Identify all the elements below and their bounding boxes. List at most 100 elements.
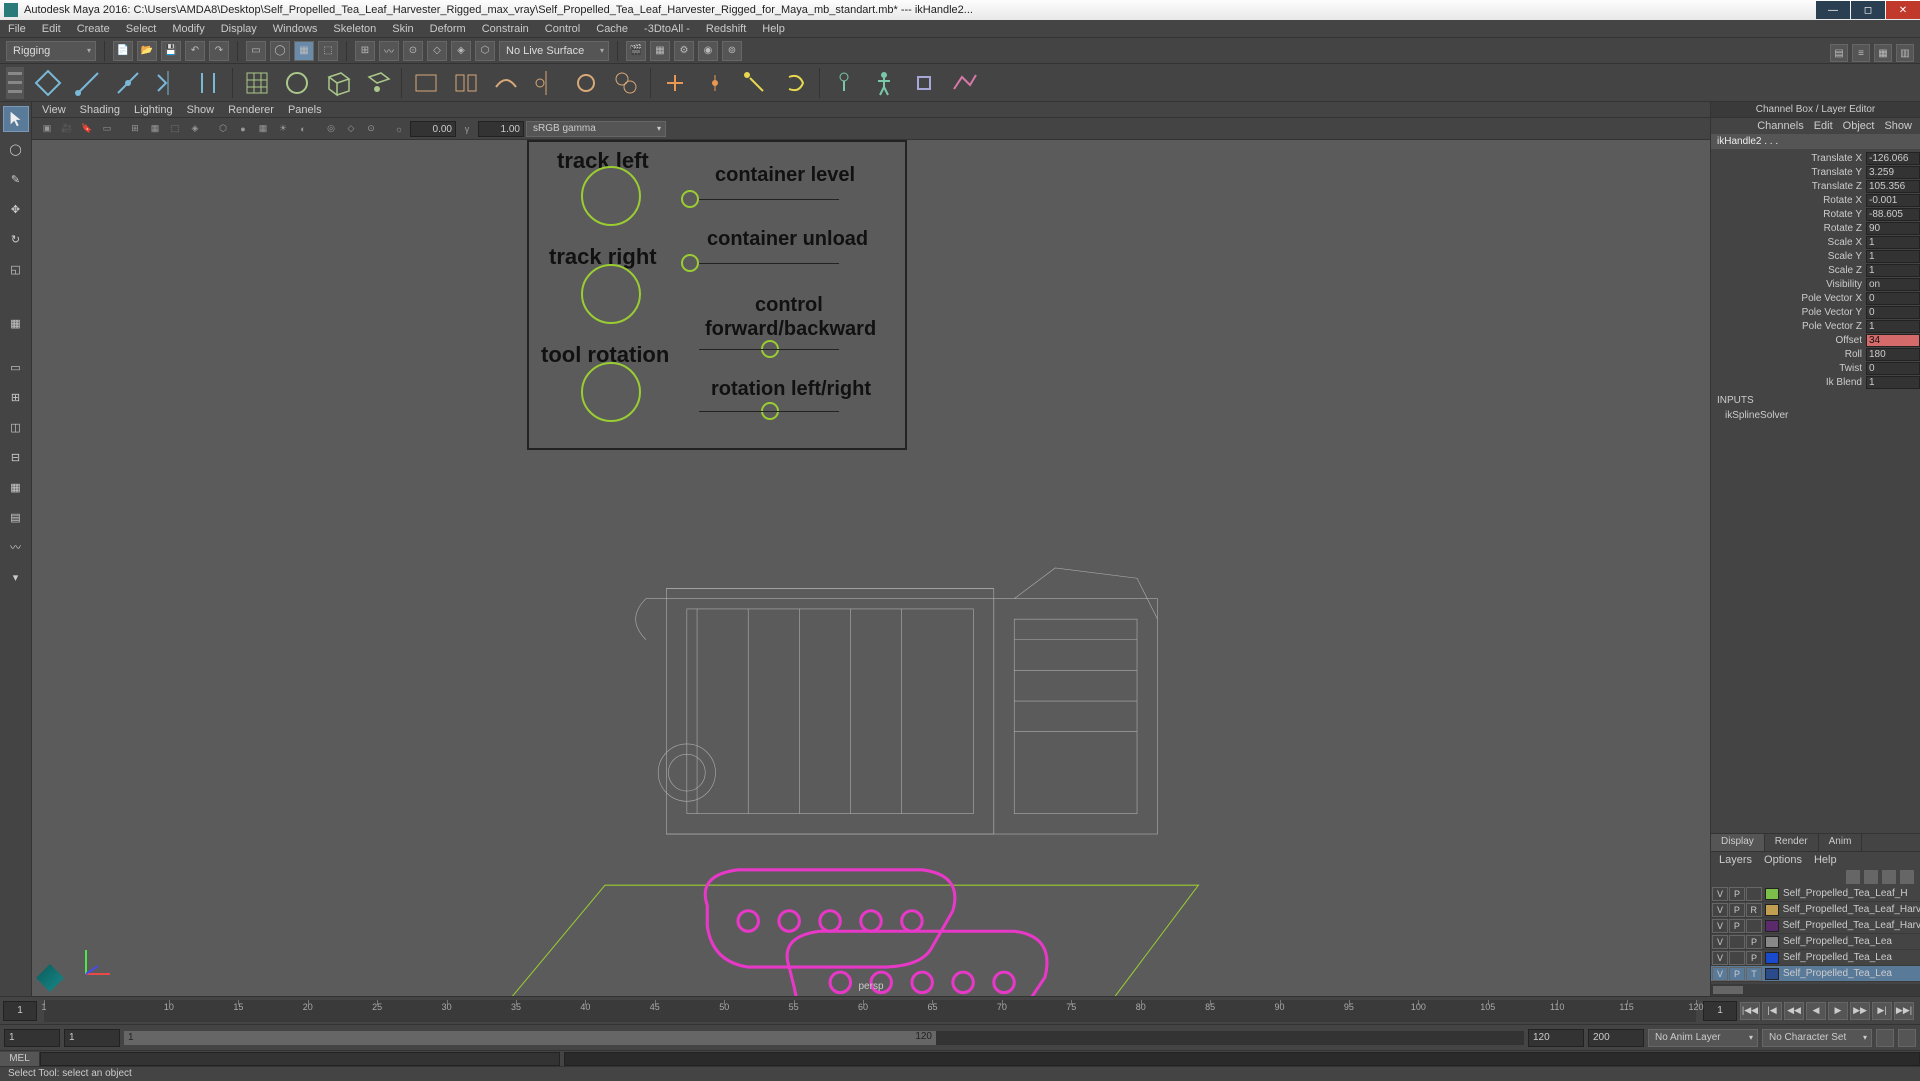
colorspace-dropdown[interactable]: sRGB gamma bbox=[526, 121, 666, 137]
joint-tool-icon[interactable] bbox=[72, 67, 104, 99]
layer-tab-display[interactable]: Display bbox=[1711, 834, 1765, 851]
hypershade-icon[interactable]: ◉ bbox=[698, 41, 718, 61]
use-lights-icon[interactable]: ☀ bbox=[274, 120, 292, 138]
control-rig-icon[interactable] bbox=[908, 67, 940, 99]
mode-dropdown[interactable]: Rigging bbox=[6, 41, 96, 61]
sidebar-toggle-2-icon[interactable]: ≡ bbox=[1852, 44, 1870, 62]
layer-v-toggle[interactable]: V bbox=[1712, 951, 1728, 965]
custom-layout[interactable]: ▾ bbox=[3, 564, 29, 590]
select-tool[interactable] bbox=[3, 106, 29, 132]
gamma-value[interactable]: 1.00 bbox=[478, 121, 524, 137]
layer-p-toggle[interactable]: P bbox=[1729, 967, 1745, 981]
layer-row[interactable]: VPTSelf_Propelled_Tea_Lea bbox=[1711, 966, 1920, 982]
camera-attr-icon[interactable]: 🎥 bbox=[58, 120, 76, 138]
panel-menu-show[interactable]: Show bbox=[187, 104, 215, 116]
new-scene-icon[interactable]: 📄 bbox=[113, 41, 133, 61]
single-pane-layout[interactable]: ▭ bbox=[3, 354, 29, 380]
layer-tab-render[interactable]: Render bbox=[1765, 834, 1819, 851]
humanik-icon[interactable] bbox=[868, 67, 900, 99]
playback-btn-4[interactable]: ▶ bbox=[1828, 1002, 1848, 1020]
layer-row[interactable]: VPRSelf_Propelled_Tea_Leaf_Harv bbox=[1711, 902, 1920, 918]
sidebar-toggle-1-icon[interactable]: ▤ bbox=[1830, 44, 1848, 62]
command-input[interactable] bbox=[40, 1052, 560, 1066]
move-tool[interactable]: ✥ bbox=[3, 196, 29, 222]
layer-v-toggle[interactable]: V bbox=[1712, 919, 1728, 933]
two-pane-stack-layout[interactable]: ⊟ bbox=[3, 444, 29, 470]
layer-r-toggle[interactable]: P bbox=[1746, 935, 1762, 949]
select-mode-icon[interactable]: ▭ bbox=[246, 41, 266, 61]
menu-file[interactable]: File bbox=[8, 23, 26, 35]
menu-redshift[interactable]: Redshift bbox=[706, 23, 746, 35]
layer-tab-anim[interactable]: Anim bbox=[1819, 834, 1863, 851]
mirror-weights-icon[interactable] bbox=[530, 67, 562, 99]
bind-skin-icon[interactable] bbox=[410, 67, 442, 99]
render-globals-icon[interactable]: ⊚ bbox=[722, 41, 742, 61]
attr-value-field[interactable]: on bbox=[1866, 278, 1920, 291]
insert-joint-icon[interactable] bbox=[112, 67, 144, 99]
layer-row[interactable]: VPSelf_Propelled_Tea_Lea bbox=[1711, 950, 1920, 966]
script-lang-toggle[interactable]: MEL bbox=[0, 1052, 40, 1066]
time-slider[interactable]: 1 11015202530354045505560657075808590951… bbox=[0, 996, 1920, 1024]
resolution-gate-icon[interactable]: ⬚ bbox=[166, 120, 184, 138]
redo-icon[interactable]: ↷ bbox=[209, 41, 229, 61]
undo-icon[interactable]: ↶ bbox=[185, 41, 205, 61]
aim-constraint-icon[interactable] bbox=[739, 67, 771, 99]
ipr-render-icon[interactable]: ▦ bbox=[650, 41, 670, 61]
menu-skeleton[interactable]: Skeleton bbox=[333, 23, 376, 35]
paint-weights-icon[interactable] bbox=[490, 67, 522, 99]
layer-p-toggle[interactable]: P bbox=[1729, 887, 1745, 901]
menu-modify[interactable]: Modify bbox=[172, 23, 204, 35]
layer-r-toggle[interactable] bbox=[1746, 887, 1762, 901]
panel-menu-lighting[interactable]: Lighting bbox=[134, 104, 173, 116]
layer-r-toggle[interactable]: T bbox=[1746, 967, 1762, 981]
attr-value-field[interactable]: 0 bbox=[1866, 292, 1920, 305]
layer-move-up-icon[interactable] bbox=[1846, 870, 1860, 884]
new-layer-assign-icon[interactable] bbox=[1900, 870, 1914, 884]
menu-edit[interactable]: Edit bbox=[42, 23, 61, 35]
anim-layer-dropdown[interactable]: No Anim Layer bbox=[1648, 1029, 1758, 1047]
isolate-select-icon[interactable]: ◎ bbox=[322, 120, 340, 138]
snap-point-icon[interactable]: ⊙ bbox=[403, 41, 423, 61]
cluster-icon[interactable] bbox=[281, 67, 313, 99]
live-surface-dropdown[interactable]: No Live Surface bbox=[499, 41, 609, 61]
layer-color-swatch[interactable] bbox=[1765, 936, 1779, 948]
menu-control[interactable]: Control bbox=[545, 23, 580, 35]
render-icon[interactable]: 🎬 bbox=[626, 41, 646, 61]
layer-color-swatch[interactable] bbox=[1765, 904, 1779, 916]
wireframe-icon[interactable]: ⬡ bbox=[214, 120, 232, 138]
orient-constraint-icon[interactable] bbox=[779, 67, 811, 99]
quick-rig-icon[interactable] bbox=[828, 67, 860, 99]
attr-value-field[interactable]: 34 bbox=[1866, 334, 1920, 347]
lattice-icon[interactable] bbox=[241, 67, 273, 99]
range-handle[interactable]: 1120 bbox=[124, 1031, 936, 1045]
range-track[interactable]: 1120 bbox=[124, 1031, 1524, 1045]
attr-value-field[interactable]: 90 bbox=[1866, 222, 1920, 235]
menu-skin[interactable]: Skin bbox=[392, 23, 413, 35]
attr-value-field[interactable]: 180 bbox=[1866, 348, 1920, 361]
layer-menu-layers[interactable]: Layers bbox=[1719, 854, 1752, 866]
layer-menu-help[interactable]: Help bbox=[1814, 854, 1837, 866]
ik-handle-icon[interactable] bbox=[192, 67, 224, 99]
layer-row[interactable]: VPSelf_Propelled_Tea_Leaf_H bbox=[1711, 886, 1920, 902]
panel-menu-view[interactable]: View bbox=[42, 104, 66, 116]
layer-p-toggle[interactable]: P bbox=[1729, 919, 1745, 933]
layer-v-toggle[interactable]: V bbox=[1712, 903, 1728, 917]
xray-icon[interactable]: ◇ bbox=[342, 120, 360, 138]
detach-skin-icon[interactable] bbox=[450, 67, 482, 99]
attr-value-field[interactable]: 105.356 bbox=[1866, 180, 1920, 193]
playback-btn-2[interactable]: ◀◀ bbox=[1784, 1002, 1804, 1020]
layer-p-toggle[interactable]: P bbox=[1729, 903, 1745, 917]
mirror-joint-icon[interactable] bbox=[152, 67, 184, 99]
attr-value-field[interactable]: 0 bbox=[1866, 306, 1920, 319]
menu-constrain[interactable]: Constrain bbox=[482, 23, 529, 35]
attr-value-field[interactable]: -0.001 bbox=[1866, 194, 1920, 207]
layer-p-toggle[interactable] bbox=[1729, 951, 1745, 965]
layer-row[interactable]: VPSelf_Propelled_Tea_Lea bbox=[1711, 934, 1920, 950]
scale-tool[interactable]: ◱ bbox=[3, 256, 29, 282]
film-gate-icon[interactable]: ▦ bbox=[146, 120, 164, 138]
playback-btn-3[interactable]: ◀ bbox=[1806, 1002, 1826, 1020]
playback-btn-0[interactable]: |◀◀ bbox=[1740, 1002, 1760, 1020]
attr-value-field[interactable]: 1 bbox=[1866, 250, 1920, 263]
autokey-toggle-icon[interactable] bbox=[1876, 1029, 1894, 1047]
layer-row[interactable]: VPSelf_Propelled_Tea_Leaf_Harv bbox=[1711, 918, 1920, 934]
